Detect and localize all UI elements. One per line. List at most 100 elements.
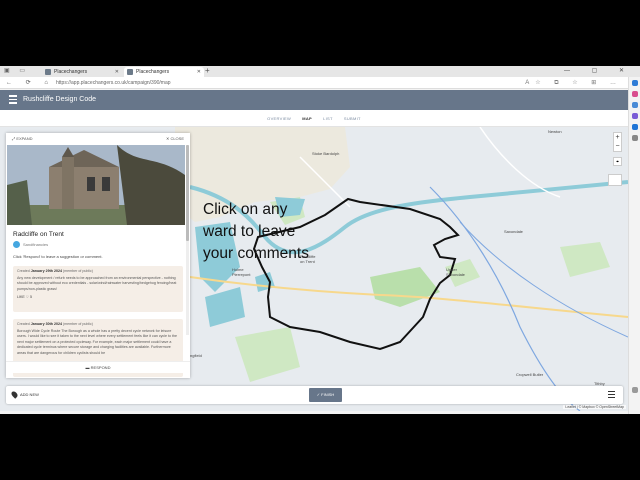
- panel-header: ⤢ EXPAND ✕ CLOSE: [6, 133, 190, 145]
- author-name: Sandfinancies: [23, 242, 49, 247]
- outlook-icon[interactable]: [632, 124, 638, 130]
- map-label-stoke-bardolph: Stoke Bardolph: [312, 151, 340, 156]
- like-label: LIKE: [17, 295, 25, 300]
- check-icon: ✓: [316, 392, 321, 397]
- favicon-icon: [45, 69, 51, 75]
- window-controls[interactable]: — ▢ ✕: [564, 66, 634, 76]
- browser-window: ▣ ▭ Placechangers ✕ Placechangers ✕ + — …: [0, 66, 640, 414]
- comment-date: January 30th 2024: [30, 322, 62, 326]
- map-pin-icon: [10, 390, 19, 399]
- close-tab-icon[interactable]: ✕: [197, 67, 201, 77]
- menu-icon[interactable]: [9, 95, 17, 105]
- boundary-line: [459, 221, 628, 338]
- avatar: [13, 241, 20, 248]
- scrollbar-thumb[interactable]: [186, 145, 189, 241]
- park-area: [560, 242, 610, 277]
- tools-icon[interactable]: [632, 102, 638, 108]
- park-area: [235, 327, 300, 382]
- map-label-holme-pierrepont: Holme Pierrepont: [232, 267, 251, 277]
- locate-icon[interactable]: ⌖: [613, 157, 622, 166]
- callout-line: ward to leave: [203, 223, 296, 240]
- map-label-cropwell-butler: Cropwell Butler: [516, 372, 544, 377]
- like-button[interactable]: LIKE ♡ 5: [17, 295, 32, 299]
- callout-line: Click on any: [203, 201, 288, 218]
- comment-text: Borough Wide Cycle Route The Borough as …: [17, 328, 178, 355]
- lake: [255, 272, 275, 292]
- tab-list[interactable]: LIST: [323, 110, 333, 127]
- browser-tab-label: Placechangers: [54, 69, 88, 75]
- ward-title: Radcliffe on Trent: [13, 231, 64, 238]
- map-label-newton: Newton: [548, 129, 562, 134]
- zoom-control: + −: [613, 132, 622, 152]
- instruction-callout: Click on any ward to leave your comments: [203, 199, 309, 265]
- expand-button[interactable]: ⤢ EXPAND: [12, 133, 32, 145]
- add-new-label: ADD NEW: [20, 392, 39, 397]
- comment-card[interactable]: Created January 29th 2024 (member of pub…: [13, 266, 183, 312]
- comment-meta: Created January 29th 2024 (member of pub…: [17, 269, 179, 275]
- add-icon[interactable]: [632, 135, 638, 141]
- comment-created-label: Created: [17, 322, 30, 326]
- new-tab-button[interactable]: +: [205, 66, 210, 76]
- address-bar-row: ← ⟳ ⌂ https://app.placechangers.co.uk/ca…: [0, 77, 640, 89]
- app-header: Rushcliffe Design Code: [0, 90, 628, 110]
- ward-photo: [7, 145, 185, 225]
- close-button[interactable]: ✕ CLOSE: [166, 133, 184, 145]
- boundary-line: [429, 186, 581, 411]
- respond-button[interactable]: ▬ RESPOND: [6, 361, 190, 373]
- app-title: Rushcliffe Design Code: [23, 96, 97, 103]
- expand-label: EXPAND: [16, 136, 33, 141]
- comment-icon: ▬: [85, 365, 90, 370]
- browser-tab-bar: ▣ ▭ Placechangers ✕ Placechangers ✕ + — …: [0, 66, 640, 77]
- browser-tab-1[interactable]: Placechangers ✕: [42, 67, 122, 77]
- browser-tab-2[interactable]: Placechangers ✕: [124, 67, 204, 77]
- comment-role: (member of public): [62, 269, 93, 273]
- finish-label: FINISH: [321, 392, 335, 397]
- tab-submit[interactable]: SUBMIT: [344, 110, 361, 127]
- lake: [205, 287, 245, 327]
- search-icon[interactable]: [632, 80, 638, 86]
- comment-actions: LIKE ♡ 5: [17, 295, 179, 301]
- zoom-in-button[interactable]: +: [614, 133, 621, 142]
- respond-prompt: Click 'Respond' to leave a suggestion or…: [13, 254, 103, 259]
- like-count: 5: [30, 295, 33, 300]
- settings-icon[interactable]: [632, 387, 638, 393]
- comment-role: (member of public): [62, 322, 93, 326]
- map-label-saxondale: Saxondale: [504, 229, 523, 234]
- address-bar-icons[interactable]: A☆ ⧉ ☆ ⊞ …: [525, 78, 622, 88]
- favicon-icon: [127, 69, 133, 75]
- map-label-upper-saxondale: Upper Saxondale: [446, 267, 465, 277]
- close-label: CLOSE: [170, 136, 184, 141]
- games-icon[interactable]: [632, 113, 638, 119]
- layers-icon[interactable]: [608, 174, 622, 186]
- panel-scrollbar[interactable]: [186, 145, 189, 335]
- tab-overview[interactable]: OVERVIEW: [267, 110, 291, 127]
- comment-created-label: Created: [17, 269, 30, 273]
- map-attribution[interactable]: Leaflet | © Mapbox © OpenStreetMap: [563, 405, 626, 409]
- respond-label: RESPOND: [90, 365, 111, 370]
- heart-icon: ♡: [25, 295, 30, 300]
- zoom-out-button[interactable]: −: [614, 142, 621, 151]
- address-input[interactable]: https://app.placechangers.co.uk/campaign…: [56, 78, 516, 88]
- author-row: Sandfinancies: [13, 241, 48, 249]
- browser-tab-label: Placechangers: [136, 69, 170, 75]
- comment-meta: Created January 30th 2024 (member of pub…: [17, 322, 179, 328]
- map-label-radcliffe: Radcliffe on Trent: [300, 254, 316, 264]
- nav-buttons[interactable]: ← ⟳ ⌂: [6, 78, 54, 88]
- ward-panel: ⤢ EXPAND ✕ CLOSE Radcliffe on Trent Sand…: [6, 133, 190, 378]
- comment-text: Any new development / refurb needs to be…: [17, 275, 177, 291]
- finish-button[interactable]: ✓ FINISH: [309, 388, 342, 402]
- collections-icon[interactable]: [632, 91, 638, 97]
- browser-sidebar: [628, 77, 640, 414]
- campaign-nav: OVERVIEW MAP LIST SUBMIT: [0, 110, 628, 127]
- church-photo: [7, 145, 185, 225]
- tab-actions-icons[interactable]: ▣ ▭: [4, 67, 29, 74]
- minor-road: [479, 127, 561, 198]
- close-tab-icon[interactable]: ✕: [115, 67, 119, 77]
- options-menu-icon[interactable]: [608, 391, 615, 399]
- callout-line: your comments: [203, 245, 309, 262]
- map-label-partial: ngfield: [190, 353, 202, 358]
- add-new-button[interactable]: ADD NEW: [10, 386, 39, 404]
- comment-date: January 29th 2024: [30, 269, 62, 273]
- bottom-toolbar: ADD NEW ✓ FINISH: [6, 386, 623, 404]
- tab-map[interactable]: MAP: [302, 110, 312, 127]
